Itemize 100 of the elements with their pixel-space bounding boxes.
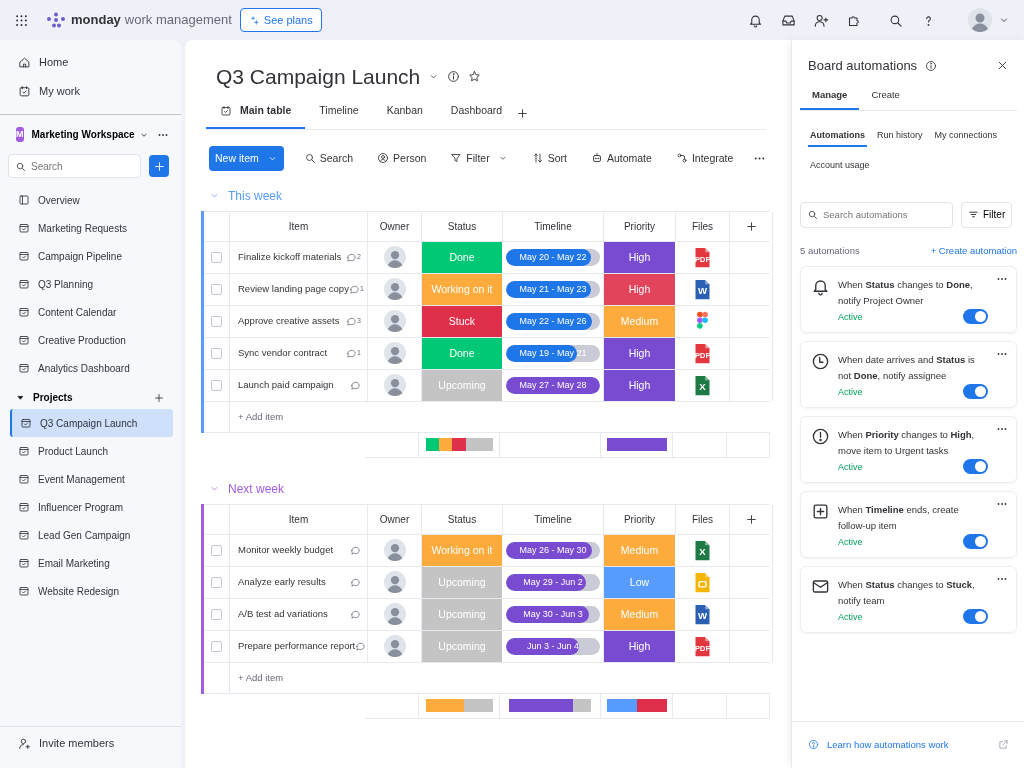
status-label[interactable]: Stuck: [422, 305, 502, 337]
timeline-bar[interactable]: May 20 - May 22: [506, 248, 600, 266]
pdf-file-icon[interactable]: PDF: [692, 245, 713, 269]
search-field[interactable]: Search automations: [800, 201, 953, 228]
search-field[interactable]: Search: [8, 154, 141, 178]
comment-icon[interactable]: [355, 640, 367, 652]
inbox-icon[interactable]: [781, 12, 796, 28]
sidebar-item[interactable]: Website Redesign: [0, 577, 181, 605]
pdf-file-icon[interactable]: PDF: [692, 634, 713, 658]
view-tab[interactable]: Dashboard: [436, 97, 517, 129]
toolbar-button[interactable]: Filter: [446, 150, 512, 167]
row-checkbox[interactable]: [211, 379, 222, 391]
toggle-switch[interactable]: [963, 534, 988, 549]
toggle-switch[interactable]: [963, 309, 988, 324]
comment-icon[interactable]: [350, 576, 361, 588]
sidebar-item[interactable]: Product Launch: [0, 437, 181, 465]
row-checkbox[interactable]: [211, 315, 222, 327]
sidebar-item[interactable]: Q3 Planning: [0, 270, 181, 298]
toggle-switch[interactable]: [963, 384, 988, 399]
timeline-bar[interactable]: May 30 - Jun 3: [506, 605, 600, 623]
add-button[interactable]: [149, 155, 169, 177]
toolbar-button[interactable]: Integrate: [671, 150, 738, 167]
see-plans-button[interactable]: See plans: [239, 7, 322, 33]
sidebar-item[interactable]: Influencer Program: [0, 493, 181, 521]
row-checkbox[interactable]: [211, 347, 222, 359]
create-automation-link[interactable]: + Create automation: [930, 243, 1017, 258]
panel-subtab[interactable]: My connections: [932, 126, 1000, 148]
sidebar-item[interactable]: Marketing Requests: [0, 214, 181, 242]
sidebar-item[interactable]: Q3 Campaign Launch: [10, 409, 173, 437]
sidebar-item[interactable]: Email Marketing: [0, 549, 181, 577]
sidebar-nav-item[interactable]: Home: [0, 48, 181, 77]
timeline-bar[interactable]: Jun 3 - Jun 4: [506, 637, 600, 655]
toolbar-button[interactable]: Automate: [586, 150, 656, 167]
sidebar-item[interactable]: Analytics Dashboard: [0, 354, 181, 382]
timeline-bar[interactable]: May 29 - Jun 2: [506, 573, 600, 591]
external-link-icon[interactable]: [998, 739, 1009, 751]
toggle-switch[interactable]: [963, 459, 988, 474]
info-icon[interactable]: [925, 59, 938, 72]
bell-icon[interactable]: [748, 12, 763, 28]
row-checkbox[interactable]: [211, 544, 222, 556]
logo-icon[interactable]: [45, 12, 67, 28]
invite-members-button[interactable]: Invite members: [0, 726, 181, 760]
plus-icon[interactable]: [516, 106, 530, 120]
sidebar-item[interactable]: Creative Production: [0, 326, 181, 354]
panel-subtab[interactable]: Account usage: [808, 157, 872, 178]
comment-icon[interactable]: [346, 251, 358, 263]
priority-label[interactable]: High: [604, 630, 675, 662]
toolbar-button[interactable]: Person: [373, 150, 431, 167]
panel-subtab[interactable]: Automations: [808, 126, 867, 148]
row-checkbox[interactable]: [211, 283, 222, 295]
comment-icon[interactable]: [350, 608, 361, 620]
toolbar-button[interactable]: Search: [299, 150, 358, 167]
view-tab[interactable]: Timeline: [305, 97, 373, 129]
add-person-icon[interactable]: [814, 12, 829, 28]
panel-subtab[interactable]: Run history: [875, 126, 925, 148]
priority-label[interactable]: High: [604, 369, 675, 401]
row-checkbox[interactable]: [211, 251, 222, 263]
panel-tab[interactable]: Create: [859, 83, 912, 110]
comment-icon[interactable]: [350, 544, 361, 556]
apps-grid-icon[interactable]: [14, 12, 29, 28]
sidebar-nav-item[interactable]: My work: [0, 77, 181, 106]
row-checkbox[interactable]: [211, 576, 222, 588]
sidebar-item[interactable]: Event Management: [0, 465, 181, 493]
plus-icon[interactable]: [744, 219, 758, 233]
sidebar-item[interactable]: Overview: [0, 186, 181, 214]
priority-label[interactable]: High: [604, 241, 675, 273]
help-link[interactable]: Learn how automations work: [827, 737, 949, 752]
plus-icon[interactable]: [153, 391, 165, 404]
add-item-button[interactable]: + Add item: [238, 670, 284, 686]
sidebar-item[interactable]: Content Calendar: [0, 298, 181, 326]
priority-label[interactable]: High: [604, 337, 675, 369]
row-checkbox[interactable]: [211, 640, 222, 652]
new-item-button[interactable]: New item: [209, 145, 284, 171]
comment-icon[interactable]: [350, 379, 361, 391]
sidebar-item[interactable]: Campaign Pipeline: [0, 242, 181, 270]
comment-icon[interactable]: [346, 347, 358, 359]
comment-icon[interactable]: [348, 283, 360, 295]
comment-icon[interactable]: [346, 315, 358, 327]
info-icon[interactable]: [447, 70, 461, 84]
filter-button[interactable]: Filter: [961, 201, 1013, 228]
view-tab[interactable]: Kanban: [372, 97, 437, 129]
toggle-switch[interactable]: [963, 609, 988, 624]
star-icon[interactable]: [468, 70, 482, 84]
view-tab[interactable]: Main table: [206, 97, 306, 129]
timeline-bar[interactable]: May 21 - May 23: [506, 280, 600, 298]
timeline-bar[interactable]: May 26 - May 30: [506, 541, 600, 559]
folder-header[interactable]: Projects: [16, 390, 73, 405]
toolbar-button[interactable]: Sort: [527, 150, 571, 167]
priority-label[interactable]: High: [604, 273, 675, 305]
pdf-file-icon[interactable]: PDF: [692, 341, 713, 365]
add-item-button[interactable]: + Add item: [238, 409, 284, 425]
panel-tab[interactable]: Manage: [800, 83, 860, 110]
help-icon[interactable]: [808, 739, 819, 751]
group-title[interactable]: Next week: [209, 479, 285, 498]
timeline-bar[interactable]: May 22 - May 26: [506, 312, 600, 330]
timeline-bar[interactable]: May 27 - May 28: [506, 376, 600, 394]
workspace-selector[interactable]: Marketing Workspace: [31, 127, 149, 142]
sidebar-item[interactable]: Lead Gen Campaign: [0, 521, 181, 549]
row-checkbox[interactable]: [211, 608, 222, 620]
plus-icon[interactable]: [744, 512, 758, 526]
